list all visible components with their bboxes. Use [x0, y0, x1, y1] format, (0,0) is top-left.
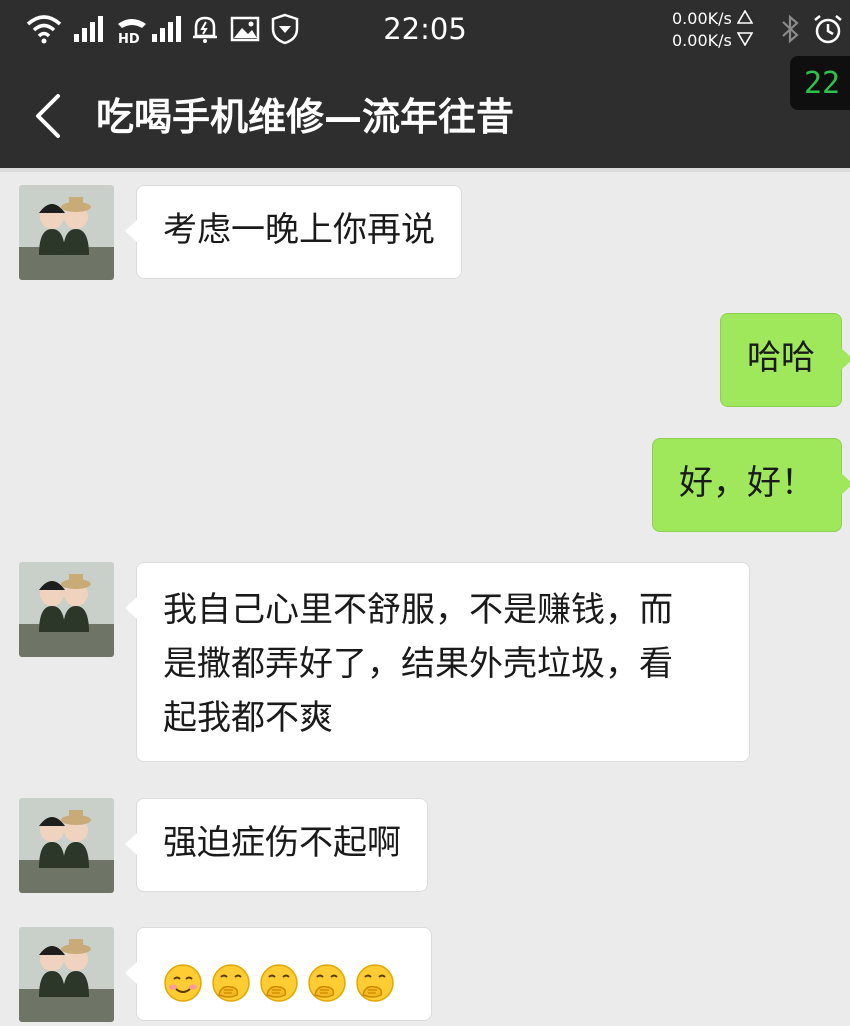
unread-badge[interactable]: 22: [790, 56, 850, 110]
chevron-left-icon[interactable]: [30, 92, 66, 140]
chat-header: 吃喝手机维修—流年往昔: [0, 62, 850, 168]
message-text-line: 我自己心里不舒服，不是赚钱，而: [163, 590, 673, 630]
message-bubble-outgoing[interactable]: 哈哈: [720, 313, 850, 407]
message-text-line: 起我都不爽: [163, 698, 333, 738]
hand-over-mouth-icon: [307, 963, 347, 1003]
bluetooth-icon: [778, 12, 802, 46]
message-bubble-incoming[interactable]: [125, 927, 432, 1021]
hand-over-mouth-icon: [355, 963, 395, 1003]
hand-over-mouth-icon: [211, 963, 251, 1003]
net-up-rate: 0.00K/s: [672, 9, 732, 28]
message-bubble-outgoing[interactable]: 好，好！: [652, 438, 850, 532]
avatar[interactable]: [19, 185, 114, 280]
message-bubble-incoming[interactable]: 强迫症伤不起啊: [125, 798, 428, 892]
message-bubble-incoming[interactable]: 我自己心里不舒服，不是赚钱，而 是撒都弄好了，结果外壳垃圾，看 起我都不爽: [125, 562, 750, 762]
avatar[interactable]: [19, 798, 114, 893]
message-text: 考虑一晚上你再说: [163, 210, 435, 250]
avatar[interactable]: [19, 562, 114, 657]
message-text: 哈哈: [747, 338, 815, 378]
message-text: 好，好！: [679, 463, 815, 503]
message-bubble-incoming[interactable]: 考虑一晚上你再说: [125, 185, 462, 279]
smiling-face-icon: [163, 963, 203, 1003]
message-text-line: 是撒都弄好了，结果外壳垃圾，看: [163, 644, 673, 684]
chat-title: 吃喝手机维修—流年往昔: [96, 95, 515, 139]
arrow-down-icon: [736, 32, 754, 47]
status-bar: HD 22:05 0.00K/s 0.00K/s: [0, 0, 850, 62]
net-down-rate: 0.00K/s: [672, 31, 732, 50]
arrow-up-icon: [736, 9, 754, 24]
network-speed: 0.00K/s 0.00K/s: [672, 8, 754, 52]
header-divider: [0, 168, 850, 172]
hand-over-mouth-icon: [259, 963, 299, 1003]
alarm-clock-icon: [812, 12, 844, 46]
avatar[interactable]: [19, 927, 114, 1022]
message-text: 强迫症伤不起啊: [163, 823, 401, 863]
